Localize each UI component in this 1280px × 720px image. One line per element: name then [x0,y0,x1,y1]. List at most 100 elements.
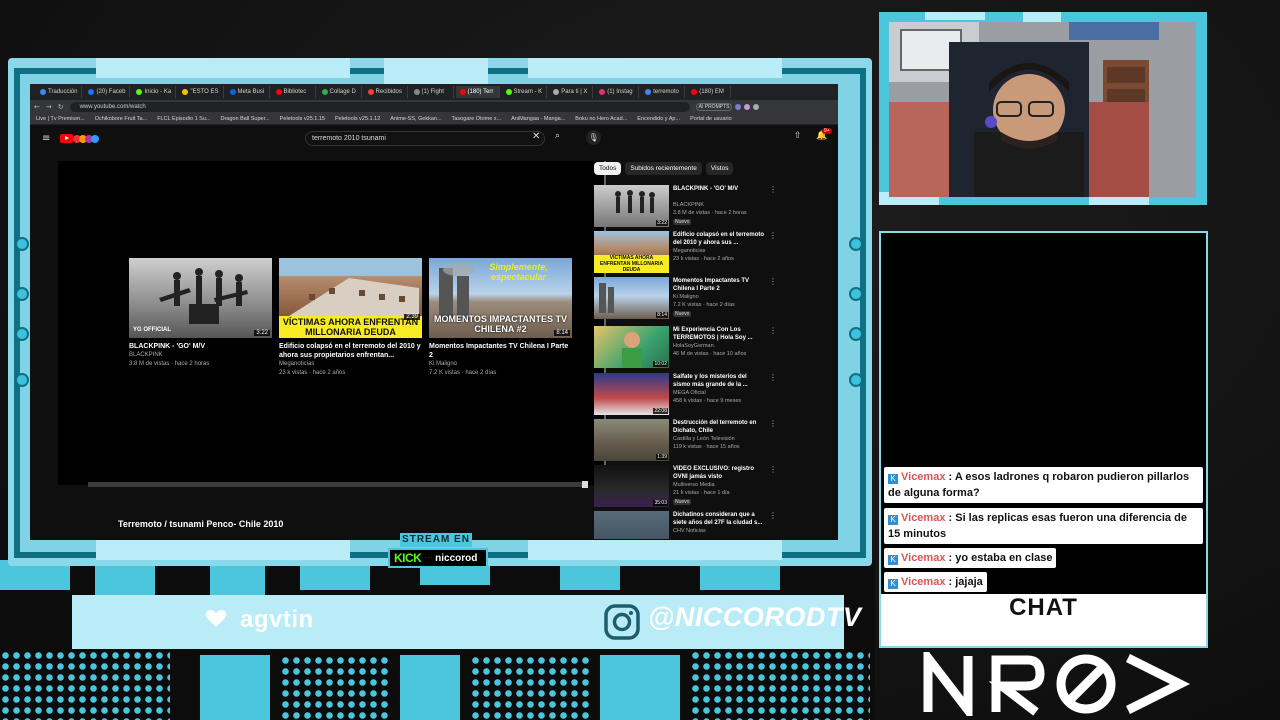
progress-knob[interactable] [582,481,588,488]
chat-text: : jajaja [948,576,983,588]
forward-button[interactable]: → [46,103,52,111]
extension-icon[interactable] [735,103,742,110]
search-input[interactable]: terremoto 2010 tsunami [305,131,545,146]
recommendation-item[interactable]: 3:22 BLACKPINK - 'GO' M/V BLACKPINK 3.8 … [594,185,777,229]
recommendation-caption: VÍCTIMAS AHORA ENFRENTAN MILLONARIA DEUD… [594,255,669,273]
chip-all[interactable]: Todos [594,162,622,175]
browser-tab[interactable]: (1) Instag [595,86,640,98]
browser-tab[interactable]: Traducción [36,86,83,98]
recommendation-item[interactable]: 1:39 Destrucción del terremoto en Dichat… [594,419,777,463]
tab-favicon-icon [182,89,189,95]
more-options-icon[interactable]: ⋮ [769,373,777,382]
tab-label: Traducción [48,89,78,95]
browser-tab[interactable]: Para ti | X [549,86,594,98]
end-card-title: BLACKPINK - 'GO' M/V [129,343,206,350]
extension-icon[interactable] [744,103,751,110]
bookmark-item[interactable]: Peletools v25.1.15 [280,116,325,122]
bookmark-item[interactable]: AniMangaa - Manga... [511,116,565,122]
bookmark-item[interactable]: Tasogare Otome x... [452,116,502,122]
tab-favicon-icon [553,89,560,95]
recommendation-item[interactable]: 35:03 VIDEO EXCLUSIVO: registro OVNI jam… [594,465,777,509]
bookmark-item[interactable]: FLCL Episodio 1 Su... [157,116,210,122]
browser-tab[interactable]: (1) Fight [410,86,454,98]
end-card-meta: 23 k vistas · hace 2 años [279,370,346,376]
browser-tab[interactable]: (20) Faceb [84,86,131,98]
stream-badge: STREAM EN KICK · · · niccorod [384,533,488,569]
browser-tab[interactable]: Stream - K [502,86,548,98]
mic-icon[interactable]: 🎙 [586,130,601,145]
bookmark-item[interactable]: Portal de usuario [690,116,732,122]
browser-tab[interactable]: (180) Terr [455,86,500,98]
recommendation-item[interactable]: Dichatinos consideran que a siete años d… [594,511,774,539]
browser-tab[interactable]: Inicio - Ka [132,86,177,98]
youtube-logo[interactable] [60,134,99,143]
bookmark-item[interactable]: Anime-SS, Gekkan... [390,116,441,122]
more-options-icon[interactable]: ⋮ [769,231,777,240]
duration-badge: 8:14 [554,330,570,336]
tab-label: Para ti | X [561,89,588,95]
tab-favicon-icon [505,89,512,95]
more-options-icon[interactable]: ⋮ [769,277,777,286]
bookmark-item[interactable]: Encendido y Ap... [637,116,680,122]
recommendation-thumbnail: 35:03 [594,465,669,507]
end-card[interactable]: YG OFFICIAL 3:22 BLACKPINK - 'GO' M/V BL… [129,258,272,369]
tab-favicon-icon [459,89,466,95]
browser-tab[interactable]: Recibidos [364,86,408,98]
chip-watched[interactable]: Vistos [705,162,734,175]
recommendation-title: BLACKPINK - 'GO' M/V [673,186,739,192]
chat-text: : yo estaba en clase [948,552,1053,564]
bookmark-item[interactable]: Dragon Ball Super... [221,116,270,122]
search-icon[interactable]: ⌕ [555,131,560,141]
more-options-icon[interactable]: ⋮ [769,465,777,474]
browser-tab[interactable]: Meta Busi [226,86,270,98]
duration-badge: 2:39 [404,314,420,320]
tab-label: Stream - K [513,89,543,95]
recommendation-item[interactable]: 10:02 Mi Experiencia Con Los TERREMOTOS … [594,326,777,370]
duration-badge: 8:14 [656,312,668,318]
recommendation-title: VIDEO EXCLUSIVO: registro OVNI jamás vis… [673,466,755,480]
more-options-icon[interactable]: ⋮ [769,511,774,520]
tab-label: "ESTO ES [190,89,219,95]
bookmark-item[interactable]: Boku no Hero Acad... [575,116,627,122]
more-options-icon[interactable]: ⋮ [769,326,777,335]
browser-tab[interactable]: Bibliotec [272,86,316,98]
more-options-icon[interactable]: ⋮ [769,185,777,194]
webcam-feed [889,22,1196,197]
recommendation-title: Momentos Impactantes TV Chilena I Parte … [673,278,750,292]
browser-tab[interactable]: Collage D [318,86,362,98]
browser-tab[interactable]: "ESTO ES [178,86,224,98]
kick-badge-icon: K [888,579,898,589]
browser-tab[interactable]: (180) EM [687,86,732,98]
end-card[interactable]: VÍCTIMAS AHORA ENFRENTAN MILLONARIA DEUD… [279,258,422,378]
recommendation-item[interactable]: 22:08 Salfate y los misterios del sismo … [594,373,777,417]
kick-badge-icon: K [888,474,898,484]
end-card[interactable]: Simplemente, espectacular MOMENTOS IMPAC… [429,258,572,378]
recommendation-item[interactable]: VÍCTIMAS AHORA ENFRENTAN MILLONARIA DEUD… [594,231,777,275]
filter-chips: Todos Subidos recientemente Vistos [594,162,734,175]
chip-recent[interactable]: Subidos recientemente [625,162,702,175]
tab-label: terremoto [653,89,679,95]
donor-name: agvtin [240,606,314,633]
ai-prompts-chip[interactable]: AI PROMPTS [695,102,733,111]
tab-favicon-icon [275,89,282,95]
duration-badge: 3:22 [254,330,270,336]
more-options-icon[interactable]: ⋮ [769,419,777,428]
menu-icon[interactable]: ≡ [42,133,50,144]
upload-icon[interactable]: ⇧ [794,131,802,141]
browser-tab[interactable]: terremoto [641,86,686,98]
recommendation-item[interactable]: 8:14 Momentos Impactantes TV Chilena I P… [594,277,777,321]
back-button[interactable]: ← [34,103,40,111]
bookmark-item[interactable]: Peletools v25.1.12 [335,116,380,122]
tab-label: (180) Terr [467,89,494,95]
tab-label: (1) Instag [607,89,633,95]
reload-button[interactable]: ↻ [58,103,64,111]
url-field[interactable]: www.youtube.com/watch [69,101,690,112]
bookmark-item[interactable]: Live | Tv Premium... [36,116,85,122]
extension-area: AI PROMPTS [695,102,760,111]
bookmark-item[interactable]: Ochikobore Fruit Ta... [95,116,147,122]
recommendation-title: Mi Experiencia Con Los TERREMOTOS | Hola… [673,327,753,341]
notification-badge: 9+ [822,128,832,134]
profile-icon[interactable] [753,103,760,110]
player-progress-bar[interactable] [88,481,588,488]
clear-search-icon[interactable]: ✕ [532,131,540,142]
